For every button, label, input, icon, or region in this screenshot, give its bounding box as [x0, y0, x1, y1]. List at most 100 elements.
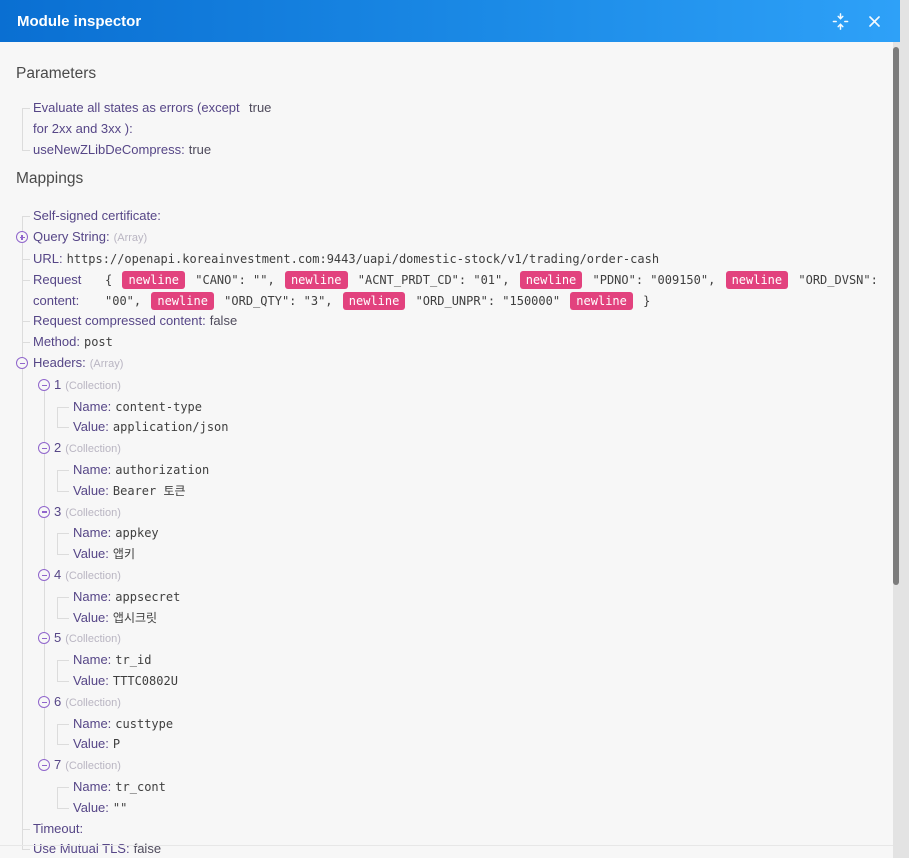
tree-connector [22, 523, 23, 544]
tree-item-label: Query String: [33, 227, 110, 248]
tree-item: Timeout: [0, 819, 893, 840]
scrollbar-thumb[interactable] [893, 47, 899, 585]
tree-item-type: (Collection) [65, 566, 121, 587]
tree-item: URL:https://openapi.koreainvestment.com:… [0, 249, 893, 270]
tree-item: Value:앱시크릿 [0, 608, 893, 629]
tree-connector [22, 755, 23, 777]
tree-connector [57, 671, 58, 681]
tree-connector [22, 438, 23, 460]
tree-connector [22, 671, 23, 692]
tree-connector [57, 407, 58, 418]
tree-connector [22, 565, 23, 587]
tree-connector [44, 734, 45, 755]
tree-item: useNewZLibDeCompress:true [0, 140, 893, 161]
tree-item: 5(Collection) [0, 628, 893, 650]
tree-item: Headers:(Array) [0, 353, 893, 375]
collapse-icon[interactable] [38, 379, 50, 391]
tree-connector [22, 777, 23, 798]
tree-connector [44, 417, 45, 438]
tree-item-value: { newline "CANO": "", newline "ACNT_PRDT… [105, 270, 887, 312]
tree-connector [57, 417, 58, 427]
tree-item-type: (Collection) [65, 503, 121, 524]
tree-item-label: Value: [73, 734, 109, 755]
collapse-icon[interactable] [38, 569, 50, 581]
tree-connector [57, 724, 69, 725]
tree-connector [22, 259, 30, 260]
tree-item-label: Value: [73, 608, 109, 629]
tree-item-label: useNewZLibDeCompress: [33, 140, 185, 161]
tree-item-value: tr_cont [115, 777, 887, 798]
tree-connector [57, 618, 69, 619]
tree-item: Evaluate all states as errors (except fo… [0, 98, 893, 140]
tree-item-label: Value: [73, 544, 109, 565]
section-title: Parameters [16, 64, 893, 84]
tree-connector [22, 375, 23, 397]
tree-item-label: Name: [73, 460, 111, 481]
tree-item-label: Value: [73, 417, 109, 438]
tree-connector [22, 280, 30, 281]
newline-badge: newline [285, 271, 348, 289]
tree-item: Value:application/json [0, 417, 893, 438]
expand-icon[interactable] [16, 231, 28, 243]
tree-item: Method:post [0, 332, 893, 353]
tree-connector [22, 608, 23, 629]
tree-item-value: false [134, 839, 887, 858]
window-titlebar[interactable]: Module inspector [0, 0, 900, 42]
tree-item: 7(Collection) [0, 755, 893, 777]
tree-item: Name:appkey [0, 523, 893, 544]
tree-item-type: (Collection) [65, 629, 121, 650]
collapse-icon[interactable] [38, 632, 50, 644]
tree-item: Value:Bearer 토큰 [0, 481, 893, 502]
tree-connector [22, 628, 23, 650]
tree-connector [57, 427, 69, 428]
section-parameters: Parameters Evaluate all states as errors… [0, 64, 893, 160]
tree-connector [57, 597, 69, 598]
collapse-icon[interactable] [38, 759, 50, 771]
tree-item-value: false [210, 311, 887, 332]
close-icon[interactable] [864, 11, 884, 31]
tree-connector [57, 787, 58, 798]
tree-connector [57, 660, 69, 661]
tree-item-label: URL: [33, 249, 63, 270]
tree-connector [22, 798, 23, 819]
newline-badge: newline [570, 292, 633, 310]
tree-item-label: 2 [54, 438, 61, 459]
tree-connector [57, 533, 69, 534]
collapse-icon[interactable] [38, 696, 50, 708]
tree-connector [22, 140, 23, 150]
newline-badge: newline [151, 292, 214, 310]
tree-connector [57, 681, 69, 682]
tree-item-value: https://openapi.koreainvestment.com:9443… [67, 249, 887, 270]
tree-item: 6(Collection) [0, 692, 893, 714]
section-title: Mappings [16, 169, 893, 189]
tree-connector [22, 342, 30, 343]
tree-item: Use Mutual TLS:false [0, 839, 893, 858]
collapse-icon[interactable] [38, 442, 50, 454]
tree-connector [57, 533, 58, 544]
tree-connector [22, 417, 23, 438]
tree-connector [57, 724, 58, 735]
tree-item-value: application/json [113, 417, 887, 438]
tree-item-label: 4 [54, 565, 61, 586]
collapse-icon[interactable] [16, 357, 28, 369]
tree-connector [22, 650, 23, 671]
compress-icon[interactable] [830, 11, 850, 31]
tree-item-value: P [113, 734, 887, 755]
tree-item-type: (Array) [114, 228, 148, 249]
tree-item-value: 앱키 [113, 544, 887, 565]
collapse-icon[interactable] [38, 506, 50, 518]
tree-connector [22, 481, 23, 502]
tree-connector [44, 714, 45, 735]
tree-item: Name:appsecret [0, 587, 893, 608]
tree-item-value: custtype [115, 714, 887, 735]
tree-connector [22, 108, 30, 109]
tree-connector [44, 397, 45, 418]
tree-item-label: Self-signed certificate: [33, 206, 161, 227]
tree-item-label: Value: [73, 798, 109, 819]
tree-item: Value:TTTC0802U [0, 671, 893, 692]
tree-connector [57, 608, 58, 618]
tree-connector [57, 470, 69, 471]
tree-item-value: appkey [115, 523, 887, 544]
tree-item-label: 3 [54, 502, 61, 523]
tree-item-label: Value: [73, 671, 109, 692]
